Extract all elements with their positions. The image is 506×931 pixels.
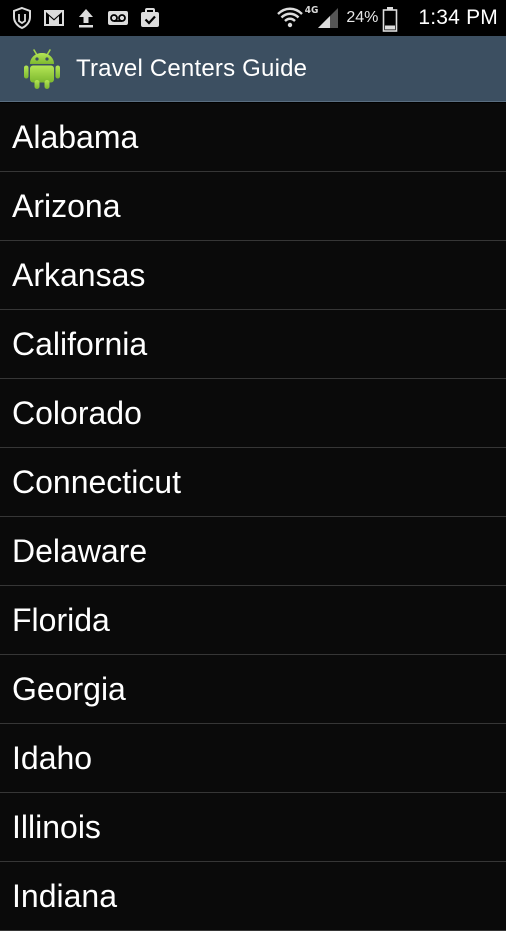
list-item-alabama[interactable]: Alabama (0, 103, 506, 172)
list-item-georgia[interactable]: Georgia (0, 655, 506, 724)
system-status: 4G 24% 1:34 PM (276, 4, 498, 32)
task-icon (138, 6, 162, 30)
list-item-arizona[interactable]: Arizona (0, 172, 506, 241)
list-item-illinois[interactable]: Illinois (0, 793, 506, 862)
list-item-arkansas[interactable]: Arkansas (0, 241, 506, 310)
shield-notification-icon (10, 6, 34, 30)
android-icon[interactable] (22, 47, 62, 91)
notification-icons (10, 6, 162, 30)
list-item-idaho[interactable]: Idaho (0, 724, 506, 793)
list-item-colorado[interactable]: Colorado (0, 379, 506, 448)
app-title: Travel Centers Guide (76, 54, 308, 82)
network-type-label: 4G (304, 4, 319, 16)
list-item-florida[interactable]: Florida (0, 586, 506, 655)
battery-percent: 24% (346, 9, 379, 26)
status-bar: 4G 24% 1:34 PM (0, 0, 506, 36)
state-list: Alabama Arizona Arkansas California Colo… (0, 103, 506, 931)
gmail-icon (42, 6, 66, 30)
clock: 1:34 PM (418, 6, 498, 29)
wifi-icon (276, 6, 303, 30)
action-bar: Travel Centers Guide (0, 36, 506, 102)
list-item-connecticut[interactable]: Connecticut (0, 448, 506, 517)
battery-icon (382, 6, 406, 32)
upload-icon (74, 6, 98, 30)
list-item-california[interactable]: California (0, 310, 506, 379)
voicemail-icon (106, 6, 130, 30)
signal-icon (316, 6, 340, 30)
list-item-delaware[interactable]: Delaware (0, 517, 506, 586)
list-item-indiana[interactable]: Indiana (0, 862, 506, 931)
